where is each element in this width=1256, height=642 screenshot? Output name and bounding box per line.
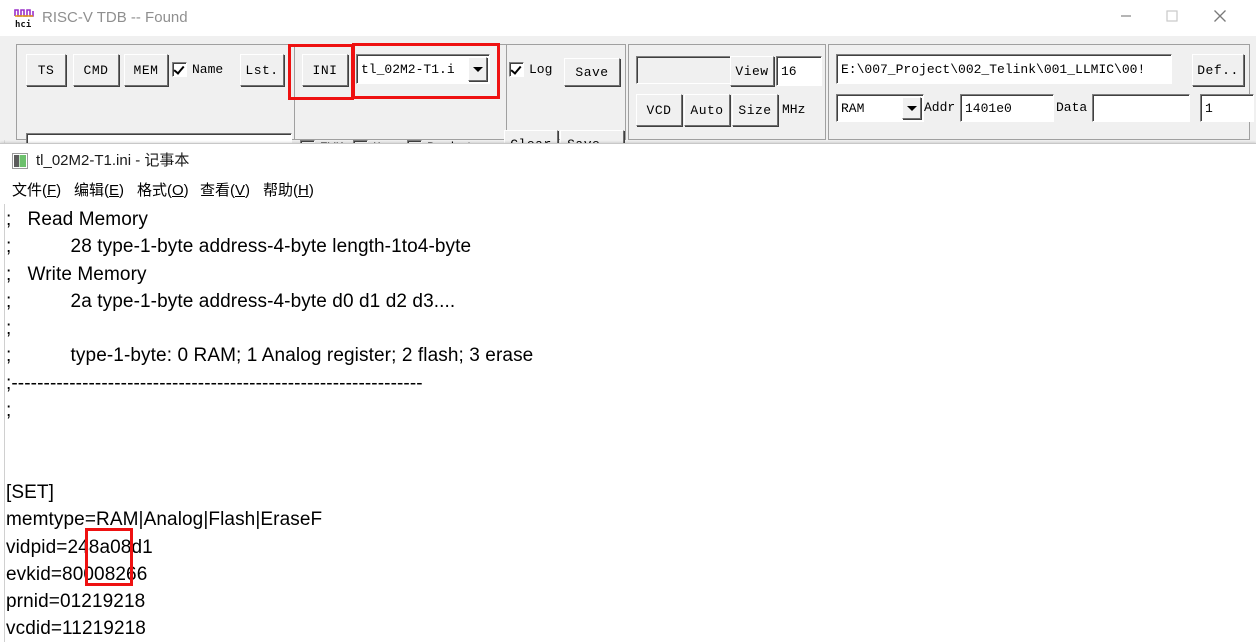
auto-button[interactable]: Auto [684, 94, 730, 126]
data-field[interactable] [1092, 94, 1190, 122]
notepad-title: tl_02M2-T1.ini - 记事本 [36, 150, 189, 172]
menu-view-key: V [235, 182, 245, 199]
menu-file-post: ) [56, 182, 61, 199]
menu-format-pre: 格式( [137, 182, 172, 199]
main-toolbar: TS CMD MEM Name Lst. -------------------… [4, 40, 1256, 140]
addr-field[interactable]: 1401e0 [960, 94, 1054, 122]
menu-edit-pre: 编辑( [74, 182, 109, 199]
menu-help[interactable]: 帮助(H) [263, 178, 314, 204]
menu-help-post: ) [309, 182, 314, 199]
notepad-body: ; Read Memory ; 28 type-1-byte address-4… [0, 204, 1256, 642]
log-checkbox-box[interactable] [509, 62, 524, 77]
log-checkbox[interactable]: Log [509, 62, 552, 77]
size-button[interactable]: Size [732, 94, 778, 126]
notepad-left-edge [0, 204, 5, 642]
data-label: Data [1056, 100, 1087, 115]
name-checkbox-label: Name [192, 62, 223, 77]
notepad-text-area[interactable]: ; Read Memory ; 28 type-1-byte address-4… [6, 206, 1256, 642]
view-button[interactable]: View [730, 56, 774, 86]
app-title: RISC-V TDB -- Found [42, 7, 188, 29]
count-field[interactable]: 1 [1200, 94, 1254, 122]
mhz-label: MHz [782, 102, 805, 117]
ini-file-combo[interactable]: tl_02M2-T1.i [356, 54, 490, 84]
menu-view-post: ) [245, 182, 250, 199]
notepad-menubar: 文件(F) 编辑(E) 格式(O) 查看(V) 帮助(H) [0, 178, 1256, 204]
svg-text:hci: hci [15, 19, 32, 29]
lst-button[interactable]: Lst. [240, 54, 284, 86]
chevron-down-icon[interactable] [468, 57, 487, 81]
name-checkbox[interactable]: Name [172, 62, 223, 77]
log-checkbox-label: Log [529, 62, 552, 77]
cmd-button[interactable]: CMD [73, 54, 119, 86]
hci-waveform-icon: hci [14, 7, 36, 29]
ini-button[interactable]: INI [302, 54, 348, 86]
menu-file-pre: 文件( [12, 182, 47, 199]
memtype-combo-value: RAM [841, 101, 864, 116]
menu-help-key: H [298, 182, 309, 199]
menu-edit-key: E [109, 182, 119, 199]
menu-view[interactable]: 查看(V) [200, 178, 250, 204]
ini-file-combo-value: tl_02M2-T1.i [361, 62, 455, 77]
notepad-titlebar: tl_02M2-T1.ini - 记事本 [0, 144, 1256, 178]
notepad-window: tl_02M2-T1.ini - 记事本 文件(F) 编辑(E) 格式(O) 查… [0, 143, 1256, 642]
name-checkbox-box[interactable] [172, 62, 187, 77]
app-titlebar: hci RISC-V TDB -- Found [0, 0, 1256, 36]
menu-format-post: ) [184, 182, 189, 199]
menu-file-key: F [47, 182, 56, 199]
addr-label: Addr [924, 100, 955, 115]
project-path-field[interactable]: E:\007_Project\002_Telink\001_LLMIC\00! [836, 54, 1172, 84]
maximize-icon[interactable] [1149, 0, 1195, 32]
risc-v-tdb-window: hci RISC-V TDB -- Found TS CMD MEM [0, 0, 1256, 642]
minimize-icon[interactable] [1103, 0, 1149, 32]
menu-format[interactable]: 格式(O) [137, 178, 189, 204]
memtype-combo[interactable]: RAM [836, 94, 924, 122]
menu-format-key: O [172, 182, 184, 199]
close-icon[interactable] [1197, 0, 1243, 32]
vcd-button[interactable]: VCD [636, 94, 682, 126]
mem-button[interactable]: MEM [124, 54, 168, 86]
menu-edit[interactable]: 编辑(E) [74, 178, 124, 204]
view-value-field[interactable]: 16 [776, 56, 822, 86]
def-button[interactable]: Def.. [1192, 54, 1244, 86]
view-field[interactable] [636, 56, 734, 84]
menu-file[interactable]: 文件(F) [12, 178, 61, 204]
ts-button[interactable]: TS [26, 54, 66, 86]
menu-help-pre: 帮助( [263, 182, 298, 199]
menu-edit-post: ) [119, 182, 124, 199]
save-button[interactable]: Save [564, 58, 620, 86]
menu-view-pre: 查看( [200, 182, 235, 199]
notepad-icon [12, 153, 28, 169]
chevron-down-icon[interactable] [902, 97, 921, 119]
